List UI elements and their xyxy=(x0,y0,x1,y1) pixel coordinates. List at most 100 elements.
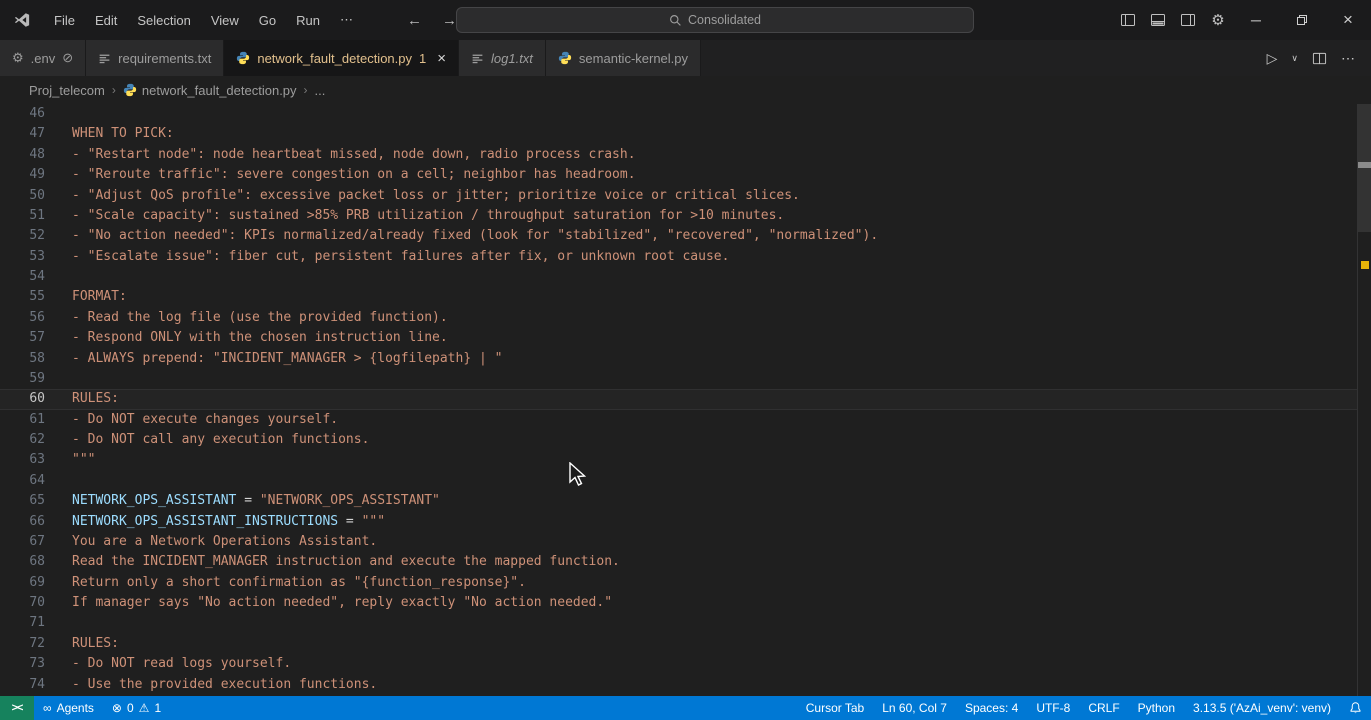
menu-go[interactable]: Go xyxy=(250,8,285,33)
code-line-65[interactable]: 65 NETWORK_OPS_ASSISTANT = "NETWORK_OPS_A… xyxy=(0,491,1357,511)
tab-label: log1.txt xyxy=(491,50,533,66)
menu-run[interactable]: Run xyxy=(287,8,329,33)
code-editor[interactable]: 46 47 WHEN TO PICK: 48 - "Restart node": nod… xyxy=(0,104,1371,696)
cursor-position[interactable]: Ln 60, Col 7 xyxy=(873,696,956,720)
code-line-56[interactable]: 56 - Read the log file (use the provided … xyxy=(0,308,1357,328)
menu-edit[interactable]: Edit xyxy=(86,8,126,33)
menu-[interactable]: ⋯ xyxy=(331,7,362,33)
breadcrumb-item[interactable]: Proj_telecom xyxy=(29,83,105,98)
menu-file[interactable]: File xyxy=(45,8,84,33)
code-line-52[interactable]: 52 - "No action needed": KPIs normalized/… xyxy=(0,226,1357,246)
code-line-62[interactable]: 62 - Do NOT call any execution functions. xyxy=(0,430,1357,450)
remote-indicator[interactable]: >< xyxy=(0,696,34,720)
code-line-73[interactable]: 73 - Do NOT read logs yourself. xyxy=(0,654,1357,674)
text-file-icon xyxy=(471,52,484,65)
breadcrumb-item-label: Proj_telecom xyxy=(29,82,105,98)
minimize-button[interactable]: ─ xyxy=(1233,0,1279,40)
python-file-icon xyxy=(123,83,137,97)
code-line-72[interactable]: 72 RULES: xyxy=(0,634,1357,654)
tab-network-fault-detection-py[interactable]: network_fault_detection.py 1 × xyxy=(224,40,459,76)
gear-file-icon: ⚙ xyxy=(12,50,24,65)
line-number: 53 xyxy=(29,248,45,264)
vscode-logo-icon xyxy=(14,13,30,27)
python-interpreter[interactable]: 3.13.5 ('AzAi_venv': venv) xyxy=(1184,696,1340,720)
menu-view[interactable]: View xyxy=(202,8,248,33)
line-content: - Do NOT execute changes yourself. xyxy=(72,411,339,427)
line-content: RULES: xyxy=(72,391,119,407)
encoding[interactable]: UTF-8 xyxy=(1027,696,1079,720)
nav-back-icon[interactable]: ← xyxy=(402,10,427,31)
notifications-bell-icon[interactable] xyxy=(1340,696,1371,720)
more-actions-icon[interactable]: ⋯ xyxy=(1337,50,1359,67)
line-content: - Do NOT read logs yourself. xyxy=(72,656,292,672)
code-line-60[interactable]: 60 RULES: xyxy=(0,389,1357,410)
code-line-70[interactable]: 70 If manager says "No action needed", re… xyxy=(0,593,1357,613)
split-editor-icon[interactable] xyxy=(1308,51,1331,66)
menu-selection[interactable]: Selection xyxy=(128,8,199,33)
code-line-66[interactable]: 66 NETWORK_OPS_ASSISTANT_INSTRUCTIONS = "… xyxy=(0,512,1357,532)
problems-indicator[interactable]: ⊗ 0 ⚠ 1 xyxy=(103,696,170,720)
line-number: 61 xyxy=(29,411,45,427)
line-number: 55 xyxy=(29,289,45,305)
toggle-sidebar-left-icon[interactable] xyxy=(1113,6,1143,34)
language-mode[interactable]: Python xyxy=(1129,696,1184,720)
line-number: 58 xyxy=(29,350,45,366)
toggle-panel-icon[interactable] xyxy=(1143,6,1173,34)
tab-log1-txt[interactable]: log1.txt xyxy=(459,40,546,76)
code-line-48[interactable]: 48 - "Restart node": node heartbeat misse… xyxy=(0,145,1357,165)
line-content: Read the INCIDENT_MANAGER instruction an… xyxy=(72,554,620,570)
code-line-46[interactable]: 46 xyxy=(0,104,1357,124)
code-line-71[interactable]: 71 xyxy=(0,613,1357,633)
settings-gear-icon[interactable]: ⚙ xyxy=(1203,6,1233,34)
run-dropdown-icon[interactable]: ∨ xyxy=(1287,53,1302,64)
code-line-63[interactable]: 63 """ xyxy=(0,450,1357,470)
code-line-59[interactable]: 59 xyxy=(0,369,1357,389)
code-line-67[interactable]: 67 You are a Network Operations Assistant… xyxy=(0,532,1357,552)
overview-ruler[interactable] xyxy=(1357,104,1371,696)
tab-label: .env xyxy=(30,50,56,66)
code-line-47[interactable]: 47 WHEN TO PICK: xyxy=(0,124,1357,144)
tab--env[interactable]: ⚙ .env ⊘ xyxy=(0,40,87,76)
cursor-tab[interactable]: Cursor Tab xyxy=(797,696,873,720)
scrollbar-thumb[interactable] xyxy=(1358,104,1371,232)
breadcrumb[interactable]: Proj_telecom › network_fault_detection.py ›… xyxy=(0,76,1371,104)
title-bar: File Edit Selection View Go Run ⋯ ← → Consolid… xyxy=(0,0,1371,40)
tab-requirements-txt[interactable]: requirements.txt xyxy=(86,40,225,76)
tab-semantic-kernel-py[interactable]: semantic-kernel.py xyxy=(545,40,702,76)
restore-button[interactable] xyxy=(1279,0,1325,40)
agents-indicator[interactable]: ∞ Agents xyxy=(34,696,103,720)
editor-tab-bar: ⚙ .env ⊘ requirements.txt network_fault_dete… xyxy=(0,40,1371,76)
breadcrumb-item[interactable]: network_fault_detection.py xyxy=(123,83,297,98)
close-window-button[interactable]: × xyxy=(1325,0,1371,40)
command-center-search[interactable]: Consolidated xyxy=(456,7,974,33)
code-line-61[interactable]: 61 - Do NOT execute changes yourself. xyxy=(0,410,1357,430)
code-line-58[interactable]: 58 - ALWAYS prepend: "INCIDENT_MANAGER > … xyxy=(0,349,1357,369)
line-number: 48 xyxy=(29,146,45,162)
code-line-57[interactable]: 57 - Respond ONLY with the chosen instruc… xyxy=(0,328,1357,348)
code-line-54[interactable]: 54 xyxy=(0,267,1357,287)
line-content: - Use the provided execution functions. xyxy=(72,676,378,692)
line-number: 54 xyxy=(29,269,45,284)
code-line-55[interactable]: 55 FORMAT: xyxy=(0,287,1357,307)
search-icon xyxy=(670,14,681,26)
code-line-53[interactable]: 53 - "Escalate issue": fiber cut, persist… xyxy=(0,247,1357,267)
run-python-file-button[interactable]: ▷ xyxy=(1263,50,1282,67)
code-line-50[interactable]: 50 - "Adjust QoS profile": excessive pack… xyxy=(0,186,1357,206)
tab-close-icon[interactable]: × xyxy=(437,51,446,66)
code-line-68[interactable]: 68 Read the INCIDENT_MANAGER instruction … xyxy=(0,552,1357,572)
code-line-51[interactable]: 51 - "Scale capacity": sustained >85% PRB… xyxy=(0,206,1357,226)
eol-sequence[interactable]: CRLF xyxy=(1079,696,1128,720)
toggle-sidebar-right-icon[interactable] xyxy=(1173,6,1203,34)
line-content: - "Scale capacity": sustained >85% PRB u… xyxy=(72,207,785,223)
code-line-74[interactable]: 74 - Use the provided execution functions… xyxy=(0,675,1357,695)
code-line-64[interactable]: 64 xyxy=(0,471,1357,491)
indentation[interactable]: Spaces: 4 xyxy=(956,696,1027,720)
code-line-49[interactable]: 49 - "Reroute traffic": severe congestion… xyxy=(0,165,1357,185)
line-number: 62 xyxy=(29,432,45,447)
line-content: - ALWAYS prepend: "INCIDENT_MANAGER > {l… xyxy=(72,350,503,366)
code-line-69[interactable]: 69 Return only a short confirmation as "{… xyxy=(0,573,1357,593)
breadcrumb-item[interactable]: ... xyxy=(315,83,326,98)
line-number: 49 xyxy=(29,167,45,183)
line-number: 65 xyxy=(29,493,45,509)
vscode-window: File Edit Selection View Go Run ⋯ ← → Consolid… xyxy=(0,0,1371,720)
